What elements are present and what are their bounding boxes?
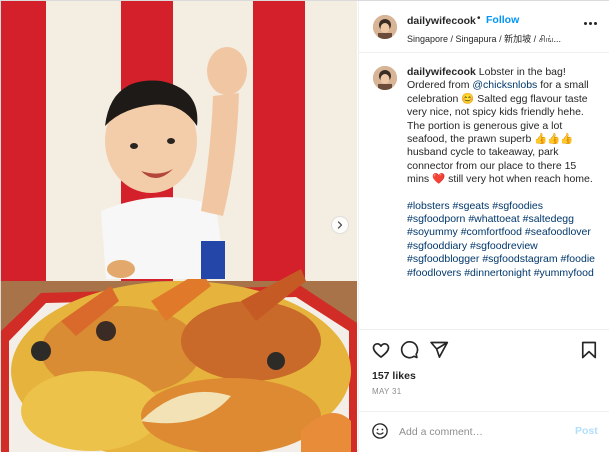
hashtag-link[interactable]: #sgfoodies: [492, 200, 543, 212]
follow-button[interactable]: Follow: [486, 14, 519, 26]
like-count[interactable]: 157 likes: [372, 370, 416, 382]
caption-avatar[interactable]: [373, 66, 397, 90]
hashtag-link[interactable]: #seafoodlover: [525, 226, 591, 238]
username-link[interactable]: dailywifecook: [407, 15, 476, 27]
post-photo[interactable]: [1, 1, 357, 452]
avatar[interactable]: [373, 15, 397, 39]
hashtag-link[interactable]: #saltedegg: [523, 213, 574, 225]
hashtag-link[interactable]: #sgfooddiary: [407, 240, 467, 252]
hashtag-link[interactable]: #dinnertonight: [464, 267, 531, 279]
comment-input[interactable]: [399, 422, 559, 442]
chevron-right-icon: [337, 221, 343, 229]
photo-illustration: [1, 1, 357, 452]
hashtag-link[interactable]: #foodlovers: [407, 267, 461, 279]
hashtag-link[interactable]: #sgfoodblogger: [407, 253, 479, 265]
avatar-image: [373, 15, 397, 39]
action-bar: [359, 332, 609, 366]
smiley-icon[interactable]: [371, 422, 389, 440]
mention-link[interactable]: @chicksnlobs: [472, 79, 537, 91]
caption-line: Lobster in the bag!: [478, 66, 566, 78]
hashtag-link[interactable]: #soyummy: [407, 226, 458, 238]
hashtag-link[interactable]: #lobsters: [407, 200, 450, 212]
more-options-icon[interactable]: [584, 19, 600, 27]
hashtag-link[interactable]: #sgfoodporn: [407, 213, 465, 225]
location-link[interactable]: Singapore / Singapura / 新加坡 / சிங்...: [407, 32, 561, 46]
heart-icon[interactable]: [371, 340, 391, 360]
caption-line: Ordered from @chicksnlobs for a small ce…: [407, 79, 589, 119]
hashtag-link[interactable]: #comfortfood: [461, 226, 522, 238]
caption-text: dailywifecook Lobster in the bag! Ordere…: [407, 66, 595, 280]
next-photo-button[interactable]: [331, 216, 349, 234]
hashtag-link[interactable]: #whattoeat: [468, 213, 519, 225]
hashtag-link[interactable]: #foodie: [561, 253, 595, 265]
comment-form: Post: [359, 411, 609, 451]
post-sidebar: dailywifecook • Follow Singapore / Singa…: [358, 1, 609, 452]
hashtag-link[interactable]: #yummyfood: [534, 267, 594, 279]
comment-icon[interactable]: [399, 340, 419, 360]
post-date[interactable]: MAY 31: [372, 387, 402, 396]
caption-section: dailywifecook Lobster in the bag! Ordere…: [359, 54, 609, 330]
separator-dot: •: [477, 13, 481, 24]
bookmark-icon[interactable]: [579, 340, 599, 360]
post-comment-button[interactable]: Post: [575, 425, 598, 437]
caption-username[interactable]: dailywifecook: [407, 66, 476, 78]
post-header: dailywifecook • Follow Singapore / Singa…: [359, 1, 609, 53]
hashtag-link[interactable]: #sgfoodreview: [470, 240, 538, 252]
hashtag-link[interactable]: #sgeats: [453, 200, 490, 212]
hashtag-list: #lobsters #sgeats #sgfoodies #sgfoodporn…: [407, 200, 595, 280]
post-dialog: dailywifecook • Follow Singapore / Singa…: [0, 0, 609, 452]
paper-plane-icon[interactable]: [429, 340, 449, 360]
avatar-image: [373, 66, 397, 90]
caption-line: The portion is generous give a lot seafo…: [407, 119, 593, 186]
hashtag-link[interactable]: #sgfoodstagram: [482, 253, 557, 265]
